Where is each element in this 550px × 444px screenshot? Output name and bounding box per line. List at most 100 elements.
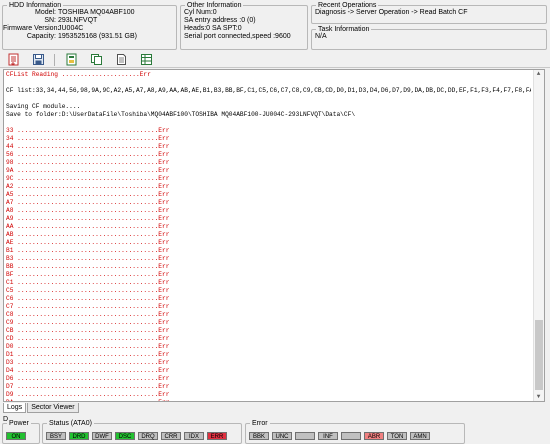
- saving-line: Saving CF module....: [6, 103, 81, 110]
- cf-entry-line: B1 .....................................…: [6, 247, 531, 255]
- cf-entry-dots: ......................................: [17, 127, 159, 134]
- log-lines: CFList Reading .....................Err …: [6, 71, 531, 401]
- tab-logs[interactable]: Logs: [3, 403, 27, 413]
- drd-indicator: DRD: [69, 432, 89, 440]
- cf-entry-dots: ......................................: [17, 231, 159, 238]
- cf-entry-line: C9 .....................................…: [6, 319, 531, 327]
- cf-entry-result: Err: [158, 215, 170, 222]
- toolbar: [0, 52, 550, 68]
- cf-entry-dots: ......................................: [17, 279, 159, 286]
- hdd-information-title: HDD Information: [9, 2, 62, 9]
- heads-spt-text: Heads:0 SA SPT:0: [184, 25, 242, 32]
- cf-entry-result: Err: [158, 399, 169, 401]
- amn-indicator: AMN: [410, 432, 430, 440]
- cf-entry-line: A8 .....................................…: [6, 207, 531, 215]
- scroll-down-icon[interactable]: ▼: [535, 394, 542, 400]
- ton-indicator: TON: [387, 432, 407, 440]
- save-path-line: Save to folder:D:\UserDataFile\Toshiba\M…: [6, 111, 356, 118]
- hdd-capacity-label: Capacity:: [26, 33, 56, 40]
- save-icon[interactable]: [29, 53, 47, 67]
- log-scrollbar[interactable]: ▲ ▼: [533, 70, 544, 401]
- abr-indicator: ABR: [364, 432, 384, 440]
- hdd-capacity-row: Capacity: 1953525168 (931.51 GB): [3, 33, 176, 41]
- cf-entry-line: C1 .....................................…: [6, 279, 531, 287]
- blank-indicator: [341, 432, 361, 440]
- cf-entry-line: BF .....................................…: [6, 271, 531, 279]
- cf-entry-dots: ......................................: [17, 311, 159, 318]
- error-title: Error: [252, 420, 268, 427]
- cf-entry-dots: ......................................: [17, 167, 159, 174]
- cf-entry-line: D4 .....................................…: [6, 367, 531, 375]
- idx-indicator: IDX: [184, 432, 204, 440]
- bsy-indicator: BSY: [46, 432, 66, 440]
- copy-icon[interactable]: [87, 53, 105, 67]
- cf-entry-result: Err: [158, 327, 170, 334]
- cf-entry-line: AB .....................................…: [6, 231, 531, 239]
- cf-entry-result: Err: [158, 367, 170, 374]
- err-indicator: ERR: [207, 432, 227, 440]
- task-information-panel: Task Information N/A: [311, 26, 547, 50]
- cf-entry-dots: ......................................: [17, 183, 159, 190]
- cf-entry-line: AE .....................................…: [6, 239, 531, 247]
- unc-indicator: UNC: [272, 432, 292, 440]
- cf-entry-result: Err: [158, 143, 170, 150]
- cf-entry-result: Err: [158, 263, 170, 270]
- cf-entry-line: 98 .....................................…: [6, 159, 531, 167]
- other-information-title: Other Information: [187, 2, 242, 9]
- blank-indicator: [295, 432, 315, 440]
- cf-entry-line: B3 .....................................…: [6, 255, 531, 263]
- cf-entry-result: Err: [158, 239, 170, 246]
- on-indicator: ON: [6, 432, 26, 440]
- power-panel: Power ON: [2, 420, 40, 444]
- cf-entry-dots: ......................................: [17, 303, 159, 310]
- log-output[interactable]: CFList Reading .....................Err …: [3, 69, 545, 402]
- scroll-up-icon[interactable]: ▲: [535, 71, 542, 77]
- status-panel: Status (ATA0) BSY DRD DWF DSC DRQ CRR IDX ERR: [42, 420, 242, 444]
- cf-entry-result: Err: [158, 391, 170, 398]
- recent-operations-title: Recent Operations: [318, 2, 377, 9]
- cf-entry-result: Err: [158, 247, 170, 254]
- cf-entry-line: A9 .....................................…: [6, 215, 531, 223]
- cf-entry-line: 9C .....................................…: [6, 175, 531, 183]
- cf-entry-result: Err: [158, 175, 170, 182]
- hdd-model-row: Model: TOSHIBA MQ04ABF100: [3, 9, 176, 17]
- cf-entry-line: C8 .....................................…: [6, 311, 531, 319]
- cf-list-line: CF list:33,34,44,56,98,9A,9C,A2,A5,A7,A8…: [6, 87, 531, 94]
- cf-entry-line: 9A .....................................…: [6, 167, 531, 175]
- cf-entry-line: A5 .....................................…: [6, 191, 531, 199]
- other-information-panel: Other Information Cyl Num:0 SA entry add…: [180, 2, 308, 50]
- cf-entry-list: 33 .....................................…: [6, 127, 531, 401]
- hdd-sn-label: SN:: [44, 17, 56, 24]
- error-panel: Error BBK UNC INF ABR TON AMN: [245, 420, 465, 444]
- cf-entry-result: Err: [158, 303, 170, 310]
- hdd-firmware-label: Firmware Version:: [3, 25, 60, 32]
- cf-entry-line: D9 .....................................…: [6, 391, 531, 399]
- scroll-thumb[interactable]: [535, 320, 543, 390]
- cf-entry-dots: ......................................: [17, 199, 159, 206]
- cf-entry-result: Err: [158, 319, 170, 326]
- status-indicators: BSY DRD DWF DSC DRQ CRR IDX ERR: [46, 432, 230, 440]
- cf-entry-line: DA .....................................…: [6, 399, 531, 401]
- dwf-indicator: DWF: [92, 432, 112, 440]
- tab-sector-viewer[interactable]: Sector Viewer: [27, 403, 79, 413]
- cf-entry-dots: ......................................: [17, 239, 159, 246]
- open-file-icon[interactable]: [62, 53, 80, 67]
- dsc-indicator: DSC: [115, 432, 135, 440]
- cf-entry-dots: ......................................: [17, 247, 159, 254]
- cf-entry-line: C5 .....................................…: [6, 287, 531, 295]
- cf-entry-result: Err: [158, 295, 170, 302]
- cf-entry-result: Err: [158, 151, 170, 158]
- cf-entry-line: 44 .....................................…: [6, 143, 531, 151]
- document-icon[interactable]: [112, 53, 130, 67]
- inf-indicator: INF: [318, 432, 338, 440]
- hdd-sn-value: 293LNFVQT: [58, 17, 98, 24]
- cf-entry-result: Err: [158, 383, 170, 390]
- table-icon[interactable]: [137, 53, 155, 67]
- cf-entry-result: Err: [158, 159, 170, 166]
- hdd-sn-row: SN: 293LNFVQT: [3, 17, 176, 25]
- hdd-firmware-value: JU004C: [58, 25, 84, 32]
- cf-entry-dots: ......................................: [17, 319, 159, 326]
- read-icon[interactable]: [4, 53, 22, 67]
